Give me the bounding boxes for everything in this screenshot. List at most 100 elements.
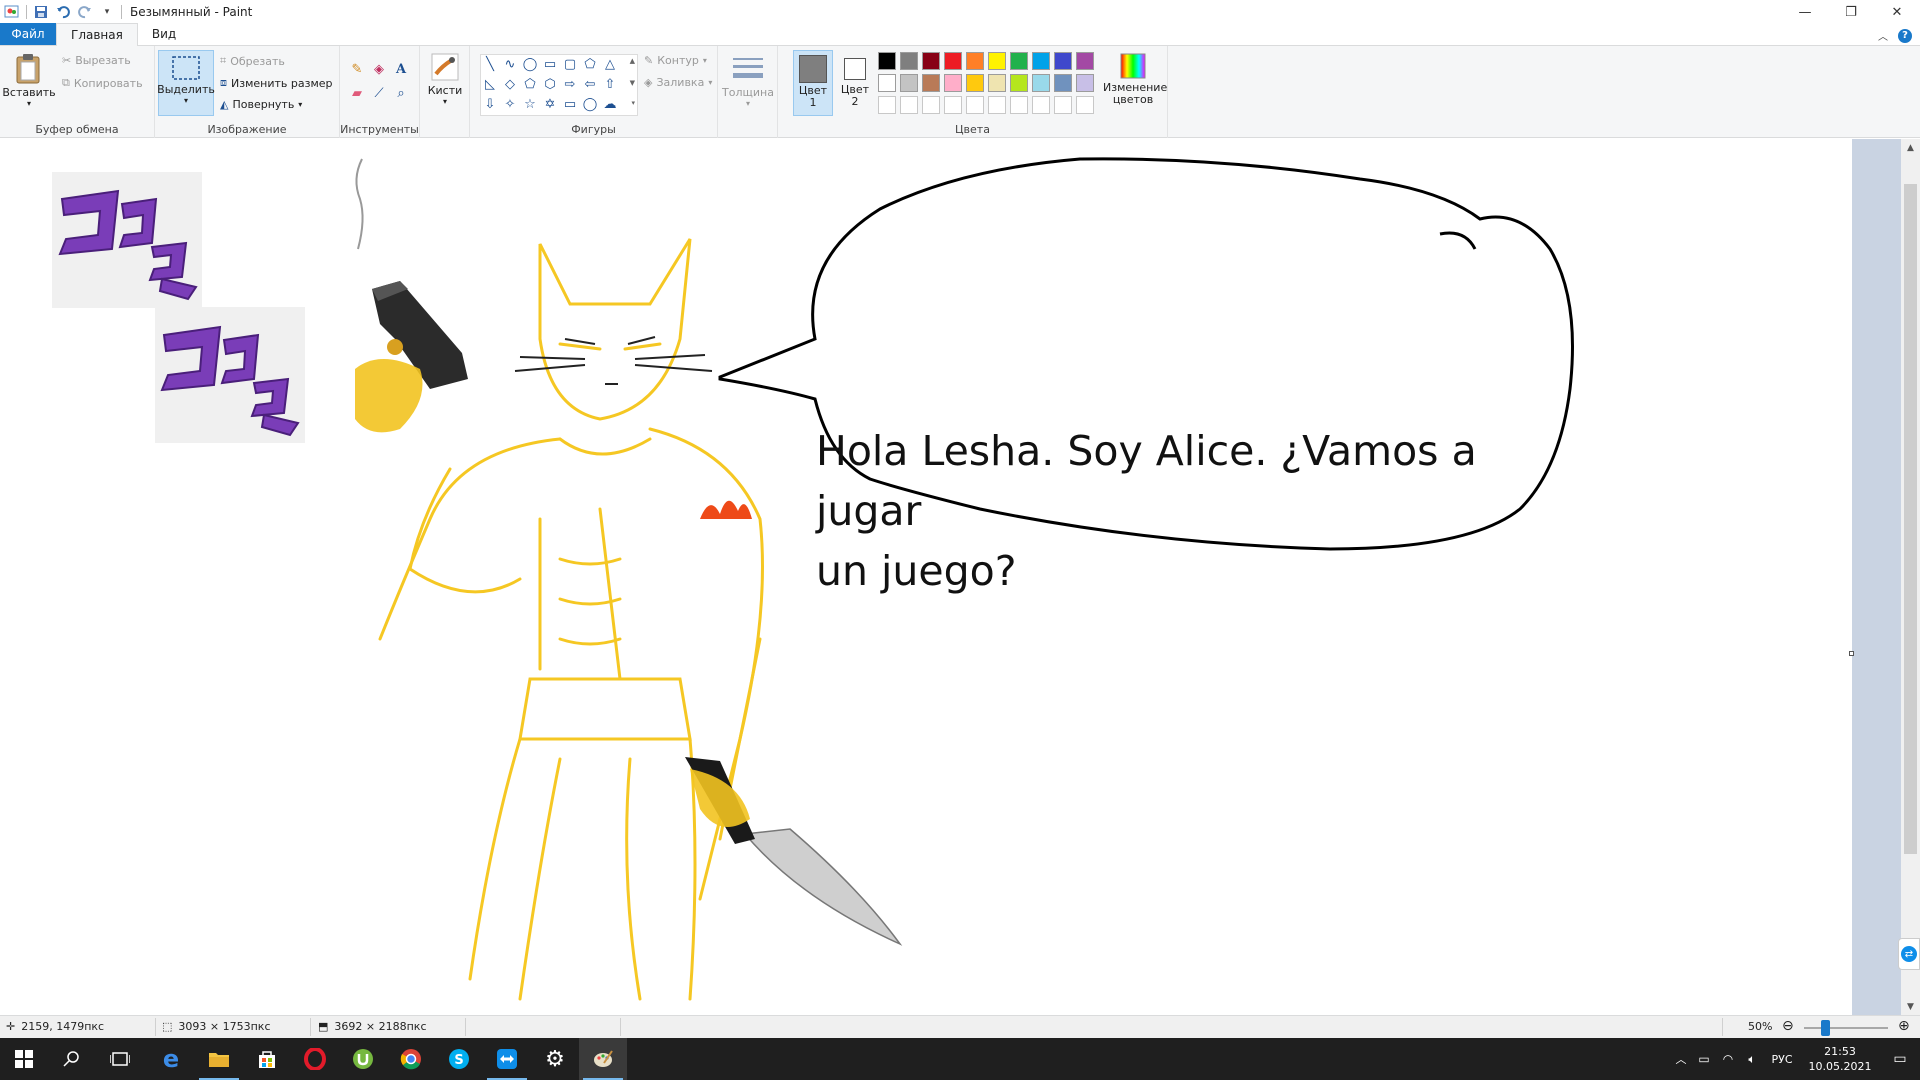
taskbar-skype[interactable]: S — [435, 1038, 483, 1080]
palette-swatch[interactable] — [900, 74, 918, 92]
palette-swatch[interactable] — [1076, 52, 1094, 70]
palette-swatch[interactable] — [944, 74, 962, 92]
eraser-icon[interactable]: ▰ — [348, 84, 366, 102]
palette-swatch[interactable] — [922, 74, 940, 92]
taskbar-file-explorer[interactable] — [195, 1038, 243, 1080]
restore-button[interactable]: ❐ — [1828, 0, 1874, 24]
line-shape-icon[interactable]: ╲ — [481, 55, 499, 73]
taskbar-edge[interactable]: e — [147, 1038, 195, 1080]
redo-icon[interactable] — [77, 4, 93, 20]
color2-button[interactable]: Цвет 2 — [835, 50, 875, 116]
teamviewer-side-tab[interactable]: ⇄ — [1898, 938, 1920, 970]
taskbar-settings[interactable]: ⚙ — [531, 1038, 579, 1080]
shapes-expand-icon[interactable]: ▾ — [631, 99, 635, 107]
size-button[interactable]: Толщина ▾ — [722, 54, 774, 108]
down-arrow-shape-icon[interactable]: ⇩ — [481, 95, 499, 113]
drawing-canvas[interactable]: Hola Lesha. Soy Alice. ¿Vamos a jugar un… — [0, 139, 1854, 1015]
palette-swatch[interactable] — [966, 74, 984, 92]
volume-icon[interactable]: 🔈︎ — [1740, 1052, 1764, 1067]
palette-swatch[interactable] — [1032, 74, 1050, 92]
color-picker-icon[interactable]: ⟋ — [370, 84, 388, 102]
outline-button[interactable]: ✎ Контур ▾ — [644, 54, 707, 67]
hexagon-shape-icon[interactable]: ⬡ — [541, 75, 559, 93]
palette-swatch[interactable] — [1010, 74, 1028, 92]
notifications-icon[interactable]: ▭ — [1880, 1051, 1920, 1067]
battery-icon[interactable]: ▭ — [1692, 1052, 1716, 1066]
help-icon[interactable]: ? — [1898, 28, 1912, 43]
vertical-scrollbar[interactable]: ▲ ▼ — [1901, 139, 1920, 1015]
custom-color-slot[interactable] — [988, 96, 1006, 114]
scrollbar-thumb[interactable] — [1904, 184, 1917, 854]
custom-color-slot[interactable] — [1032, 96, 1050, 114]
palette-swatch[interactable] — [900, 52, 918, 70]
paint-app-icon[interactable] — [4, 4, 20, 20]
resize-button[interactable]: ⧈ Изменить размер — [220, 76, 333, 90]
palette-swatch[interactable] — [1054, 74, 1072, 92]
custom-color-slot[interactable] — [1054, 96, 1072, 114]
custom-color-slot[interactable] — [944, 96, 962, 114]
six-point-star-shape-icon[interactable]: ✡ — [541, 95, 559, 113]
diamond-shape-icon[interactable]: ◇ — [501, 75, 519, 93]
palette-swatch[interactable] — [944, 52, 962, 70]
curve-shape-icon[interactable]: ∿ — [501, 55, 519, 73]
triangle-shape-icon[interactable]: △ — [601, 55, 619, 73]
scroll-down-arrow-icon[interactable]: ▼ — [1901, 998, 1920, 1015]
tab-view[interactable]: Вид — [138, 23, 190, 45]
zoom-slider-thumb[interactable] — [1821, 1020, 1830, 1036]
palette-swatch[interactable] — [1076, 74, 1094, 92]
paste-button[interactable]: Вставить ▾ — [2, 52, 56, 108]
color1-button[interactable]: Цвет 1 — [793, 50, 833, 116]
up-arrow-shape-icon[interactable]: ⇧ — [601, 75, 619, 93]
palette-swatch[interactable] — [988, 52, 1006, 70]
text-tool-icon[interactable]: A — [392, 60, 410, 78]
tab-file[interactable]: Файл — [0, 23, 56, 45]
collapse-ribbon-chevron-icon[interactable]: ︿ — [1878, 28, 1888, 43]
minimize-button[interactable]: — — [1782, 0, 1828, 24]
input-language[interactable]: РУС — [1764, 1053, 1800, 1066]
fill-bucket-icon[interactable]: ◈ — [370, 60, 388, 78]
wifi-icon[interactable]: ◠ — [1716, 1052, 1740, 1066]
five-point-star-shape-icon[interactable]: ☆ — [521, 95, 539, 113]
task-view-button[interactable] — [96, 1038, 144, 1080]
pentagon-shape-icon[interactable]: ⬠ — [521, 75, 539, 93]
callout-cloud-shape-icon[interactable]: ☁ — [601, 95, 619, 113]
left-arrow-shape-icon[interactable]: ⇦ — [581, 75, 599, 93]
palette-swatch[interactable] — [1032, 52, 1050, 70]
cut-button[interactable]: ✂ Вырезать — [62, 54, 131, 67]
taskbar-teamviewer[interactable] — [483, 1038, 531, 1080]
palette-swatch[interactable] — [878, 52, 896, 70]
select-button[interactable]: Выделить ▾ — [157, 50, 215, 116]
rounded-rectangle-shape-icon[interactable]: ▢ — [561, 55, 579, 73]
zoom-slider-track[interactable] — [1804, 1027, 1888, 1029]
taskbar-utorrent[interactable] — [339, 1038, 387, 1080]
brushes-button[interactable]: Кисти ▾ — [424, 52, 466, 106]
undo-icon[interactable] — [55, 4, 71, 20]
clock[interactable]: 21:53 10.05.2021 — [1800, 1044, 1880, 1074]
copy-button[interactable]: ⧉ Копировать — [62, 76, 143, 90]
custom-color-slot[interactable] — [966, 96, 984, 114]
custom-color-slot[interactable] — [1076, 96, 1094, 114]
palette-swatch[interactable] — [988, 74, 1006, 92]
start-button[interactable] — [0, 1038, 48, 1080]
tab-home[interactable]: Главная — [56, 23, 138, 46]
right-arrow-shape-icon[interactable]: ⇨ — [561, 75, 579, 93]
crop-button[interactable]: ⌗ Обрезать — [220, 54, 285, 68]
custom-color-slot[interactable] — [900, 96, 918, 114]
oval-shape-icon[interactable]: ◯ — [521, 55, 539, 73]
taskbar-opera[interactable] — [291, 1038, 339, 1080]
zoom-in-icon[interactable]: ⊕ — [1898, 1018, 1910, 1034]
palette-swatch[interactable] — [922, 52, 940, 70]
polygon-shape-icon[interactable]: ⬠ — [581, 55, 599, 73]
pencil-icon[interactable]: ✎ — [348, 60, 366, 78]
custom-color-slot[interactable] — [922, 96, 940, 114]
shapes-scroll-down-icon[interactable]: ▼ — [630, 79, 635, 87]
fill-button[interactable]: ◈ Заливка ▾ — [644, 76, 712, 89]
custom-color-slot[interactable] — [878, 96, 896, 114]
customize-toolbar-chevron-icon[interactable]: ▾ — [99, 4, 115, 20]
search-button[interactable] — [48, 1038, 96, 1080]
edit-colors-button[interactable]: Изменение цветов — [1100, 52, 1167, 106]
callout-oval-shape-icon[interactable]: ◯ — [581, 95, 599, 113]
palette-swatch[interactable] — [1010, 52, 1028, 70]
custom-color-slot[interactable] — [1010, 96, 1028, 114]
scroll-up-arrow-icon[interactable]: ▲ — [1901, 139, 1920, 156]
